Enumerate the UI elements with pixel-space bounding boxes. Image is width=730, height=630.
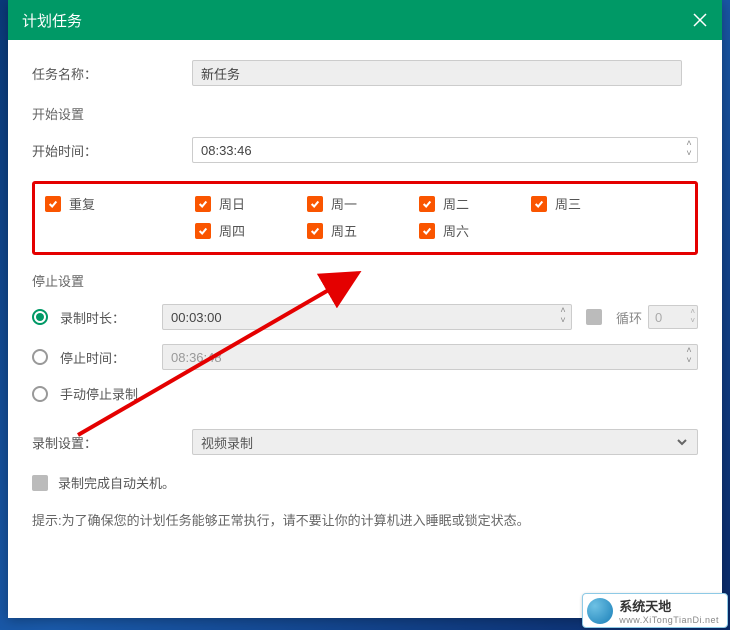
- loop-checkbox[interactable]: [586, 309, 602, 325]
- stop-time-radio[interactable]: 停止时间：: [32, 348, 162, 367]
- chevron-up-icon[interactable]: ˄: [558, 306, 568, 315]
- watermark-logo-icon: [587, 598, 613, 624]
- rec-settings-label: 录制设置：: [32, 433, 192, 452]
- day-sat[interactable]: 周六: [419, 221, 531, 240]
- hint-text: 提示:为了确保您的计划任务能够正常执行，请不要让你的计算机进入睡眠或锁定状态。: [32, 510, 698, 529]
- repeat-label: 重复: [69, 194, 95, 213]
- task-name-input[interactable]: [192, 60, 682, 86]
- day-fri[interactable]: 周五: [307, 221, 419, 240]
- start-time-label: 开始时间：: [32, 141, 192, 160]
- rec-duration-radio[interactable]: 录制时长：: [32, 308, 162, 327]
- day-wed[interactable]: 周三: [531, 194, 643, 213]
- close-icon[interactable]: [692, 12, 708, 28]
- chevron-down-icon[interactable]: ˅: [558, 316, 568, 325]
- start-section-label: 开始设置: [32, 104, 698, 123]
- loop-label: 循环: [616, 308, 642, 327]
- task-name-label: 任务名称：: [32, 64, 192, 83]
- scheduled-task-dialog: 计划任务 任务名称： 开始设置 开始时间： ˄˅ 重复 周日 周一: [8, 0, 722, 618]
- dialog-title: 计划任务: [22, 10, 82, 31]
- stop-time-input: ˄˅: [162, 344, 698, 370]
- dialog-content: 任务名称： 开始设置 开始时间： ˄˅ 重复 周日 周一 周二 周三: [8, 40, 722, 618]
- repeat-highlight-box: 重复 周日 周一 周二 周三 周四 周五 周六: [32, 181, 698, 255]
- stop-section-label: 停止设置: [32, 271, 698, 290]
- loop-count-input[interactable]: 0 ˄˅: [648, 305, 698, 329]
- auto-shutdown-checkbox[interactable]: 录制完成自动关机。: [32, 473, 175, 492]
- chevron-down-icon: [675, 435, 689, 449]
- chevron-down-icon[interactable]: ˅: [684, 149, 694, 158]
- manual-stop-radio[interactable]: 手动停止录制: [32, 384, 138, 403]
- titlebar: 计划任务: [8, 0, 722, 40]
- day-mon[interactable]: 周一: [307, 194, 419, 213]
- day-thu[interactable]: 周四: [195, 221, 307, 240]
- chevron-up-icon[interactable]: ˄: [684, 139, 694, 148]
- start-time-input[interactable]: ˄˅: [192, 137, 698, 163]
- day-tue[interactable]: 周二: [419, 194, 531, 213]
- rec-duration-input[interactable]: ˄˅: [162, 304, 572, 330]
- day-sun[interactable]: 周日: [195, 194, 307, 213]
- rec-settings-select[interactable]: 视频录制: [192, 429, 698, 455]
- repeat-checkbox[interactable]: 重复: [45, 194, 195, 213]
- watermark: 系统天地 www.XiTongTianDi.net: [582, 593, 728, 628]
